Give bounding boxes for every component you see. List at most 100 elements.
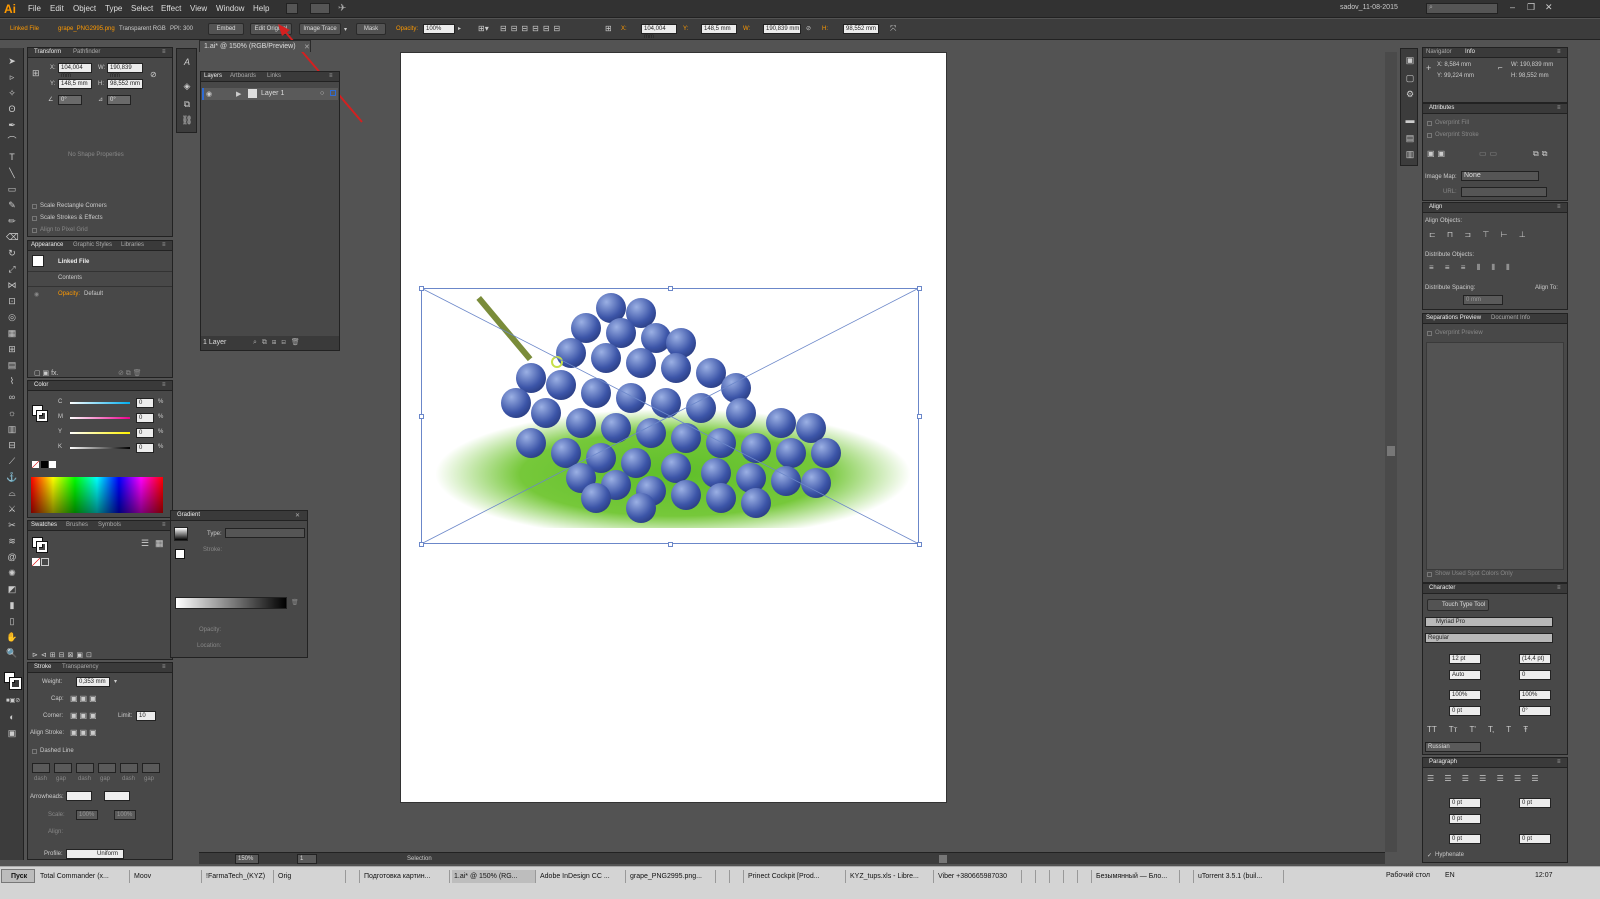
tracking-field[interactable]: 0 [1519,670,1551,680]
left-indent-field[interactable]: 0 pt [1449,798,1481,808]
pen-tool-icon[interactable]: ✒ [6,120,18,130]
taskbar-item[interactable]: grape_PNG2995.png... [628,870,716,883]
menu-window[interactable]: Window [216,4,244,13]
dash-field[interactable] [54,763,72,773]
scale-tool-icon[interactable]: ⤢ [6,264,18,274]
rotation-field[interactable]: 0° [1519,706,1551,716]
align-pixel-checkbox[interactable] [32,228,37,233]
panel-menu-icon[interactable]: ≡ [162,242,166,248]
magic-wand-tool-icon[interactable]: ✧ [6,88,18,98]
line-tool-icon[interactable]: ╲ [6,168,18,178]
rectangle-tool-icon[interactable]: ▭ [6,184,18,194]
profile-select[interactable]: Uniform [66,849,124,859]
hyphenate-check-icon[interactable]: ✓ [1427,852,1432,859]
panel-menu-icon[interactable]: ≡ [162,382,166,388]
corner-buttons-icon[interactable]: ▣▣▣ [70,711,99,720]
placed-image-grapes[interactable] [421,288,919,544]
transform-x-field[interactable]: 104,004 mm [58,63,92,79]
scale-corners-checkbox[interactable] [32,204,37,209]
tab-layers[interactable]: Layers [204,73,222,79]
zoom-field[interactable]: 150% [235,854,259,864]
layer-row[interactable]: ◉ ▶ Layer 1 ○ [202,88,338,100]
reference-point-icon[interactable]: ⊞ [32,68,40,79]
channel-slider[interactable] [70,402,130,404]
slice-tool-icon[interactable]: ⟋ [6,456,18,466]
panel-menu-icon[interactable]: ≡ [329,73,333,79]
width-tool-icon[interactable]: ⋈ [6,280,18,290]
knife-tool-icon[interactable]: ⚔ [6,504,18,514]
mesh-tool-icon[interactable]: ⊞ [6,344,18,354]
attribute-buttons-icon[interactable]: ▣▣ [1427,149,1448,158]
taskbar-item[interactable]: Подготовка картин... [362,870,450,883]
taskbar-icon[interactable] [1038,870,1050,883]
none-swatch[interactable] [32,461,39,468]
linked-file-link[interactable]: Linked File [10,26,39,32]
screen-mode-icon[interactable]: ▣ [6,728,18,738]
horizontal-scroll-thumb[interactable] [939,855,947,863]
menu-view[interactable]: View [190,4,207,13]
layers-footer-icons[interactable]: ⌕⧉⊞⊟🗑 [253,338,305,347]
tab-transparency[interactable]: Transparency [62,664,98,670]
opacity-field[interactable]: 100% [423,24,455,34]
shape-builder-tool-icon[interactable]: ◎ [6,312,18,322]
rotate-tool-icon[interactable]: ↻ [6,248,18,258]
vertical-scrollbar[interactable] [1385,52,1397,852]
panel-menu-icon[interactable]: ≡ [1557,204,1561,210]
reshape-tool-icon[interactable]: ⌓ [6,488,18,498]
layer-name[interactable]: Layer 1 [261,90,284,97]
tab-graphic-styles[interactable]: Graphic Styles [73,242,112,248]
gradient-fill-swatch[interactable] [175,549,185,559]
x-field[interactable]: 104,004 mm [641,24,677,40]
alignment-buttons[interactable]: ☰ ☰ ☰ ☰ ☰ ☰ ☰ [1427,774,1539,783]
constrain-link-icon[interactable]: ⊘ [806,25,811,32]
minimize-icon[interactable]: – [1510,2,1515,12]
tab-links[interactable]: Links [267,73,281,79]
panel-menu-icon[interactable]: ≡ [1557,105,1561,111]
desktop-label[interactable]: Рабочий стол [1386,872,1430,879]
dash-field[interactable] [120,763,138,773]
eyedropper-tool-icon[interactable]: ⌇ [6,376,18,386]
twirl-tool-icon[interactable]: @ [6,552,18,562]
opacity-label[interactable]: Opacity: [396,26,418,32]
transform-h-field[interactable]: 98,552 mm [107,79,143,89]
expand-arrow-icon[interactable]: ▶ [236,90,241,98]
selection-handle[interactable] [419,542,424,547]
tab-transform[interactable]: Transform [34,49,61,55]
separations-panel-icon[interactable]: ▥ [1404,149,1416,159]
swatch-stroke[interactable] [36,541,48,553]
menu-select[interactable]: Select [131,4,153,13]
scale-end-field[interactable]: 100% [114,810,136,820]
align-stroke-buttons-icon[interactable]: ▣▣▣ [70,728,99,737]
clock[interactable]: 12:07 [1535,872,1553,879]
channel-value-field[interactable]: 0 [136,398,154,408]
tab-document-info[interactable]: Document Info [1491,315,1530,321]
channel-slider[interactable] [70,432,130,434]
anchor-tool-icon[interactable]: ⚓ [6,472,18,482]
tab-pathfinder[interactable]: Pathfinder [73,49,100,55]
target-circle-icon[interactable]: ○ [320,90,324,97]
distribute-object-buttons[interactable]: ≡ ≡ ≡ ⦀ ⦀ ⦀ [1429,263,1510,273]
color-spectrum[interactable] [31,477,163,513]
taskbar-item[interactable]: Orig [276,870,346,883]
taskbar-item[interactable]: 1.ai* @ 150% (RG... [452,870,536,883]
taskbar-item[interactable]: Adobe InDesign CC ... [538,870,626,883]
baseline-field[interactable]: 0 pt [1449,706,1481,716]
tab-appearance[interactable]: Appearance [31,242,63,248]
arrange-documents-icon[interactable] [310,3,330,14]
menu-effect[interactable]: Effect [161,4,181,13]
perspective-grid-tool-icon[interactable]: ▦ [6,328,18,338]
gradient-tool-icon[interactable]: ▤ [6,360,18,370]
taskbar-item[interactable]: Moov [132,870,202,883]
free-transform-tool-icon[interactable]: ⊡ [6,296,18,306]
language-select[interactable]: Russian [1425,742,1481,752]
weight-field[interactable]: 0,353 mm [76,677,110,687]
none-swatch[interactable] [32,558,40,566]
w-field[interactable]: 190,839 mm [763,24,801,34]
bridge-icon[interactable] [286,3,298,14]
tab-artboards[interactable]: Artboards [230,73,256,79]
vertical-scale-field[interactable]: 100% [1449,690,1481,700]
right-indent-field[interactable]: 0 pt [1519,798,1551,808]
transform-y-field[interactable]: 148,5 mm [58,79,92,89]
panel-menu-icon[interactable]: ≡ [162,49,166,55]
menu-type[interactable]: Type [105,4,122,13]
